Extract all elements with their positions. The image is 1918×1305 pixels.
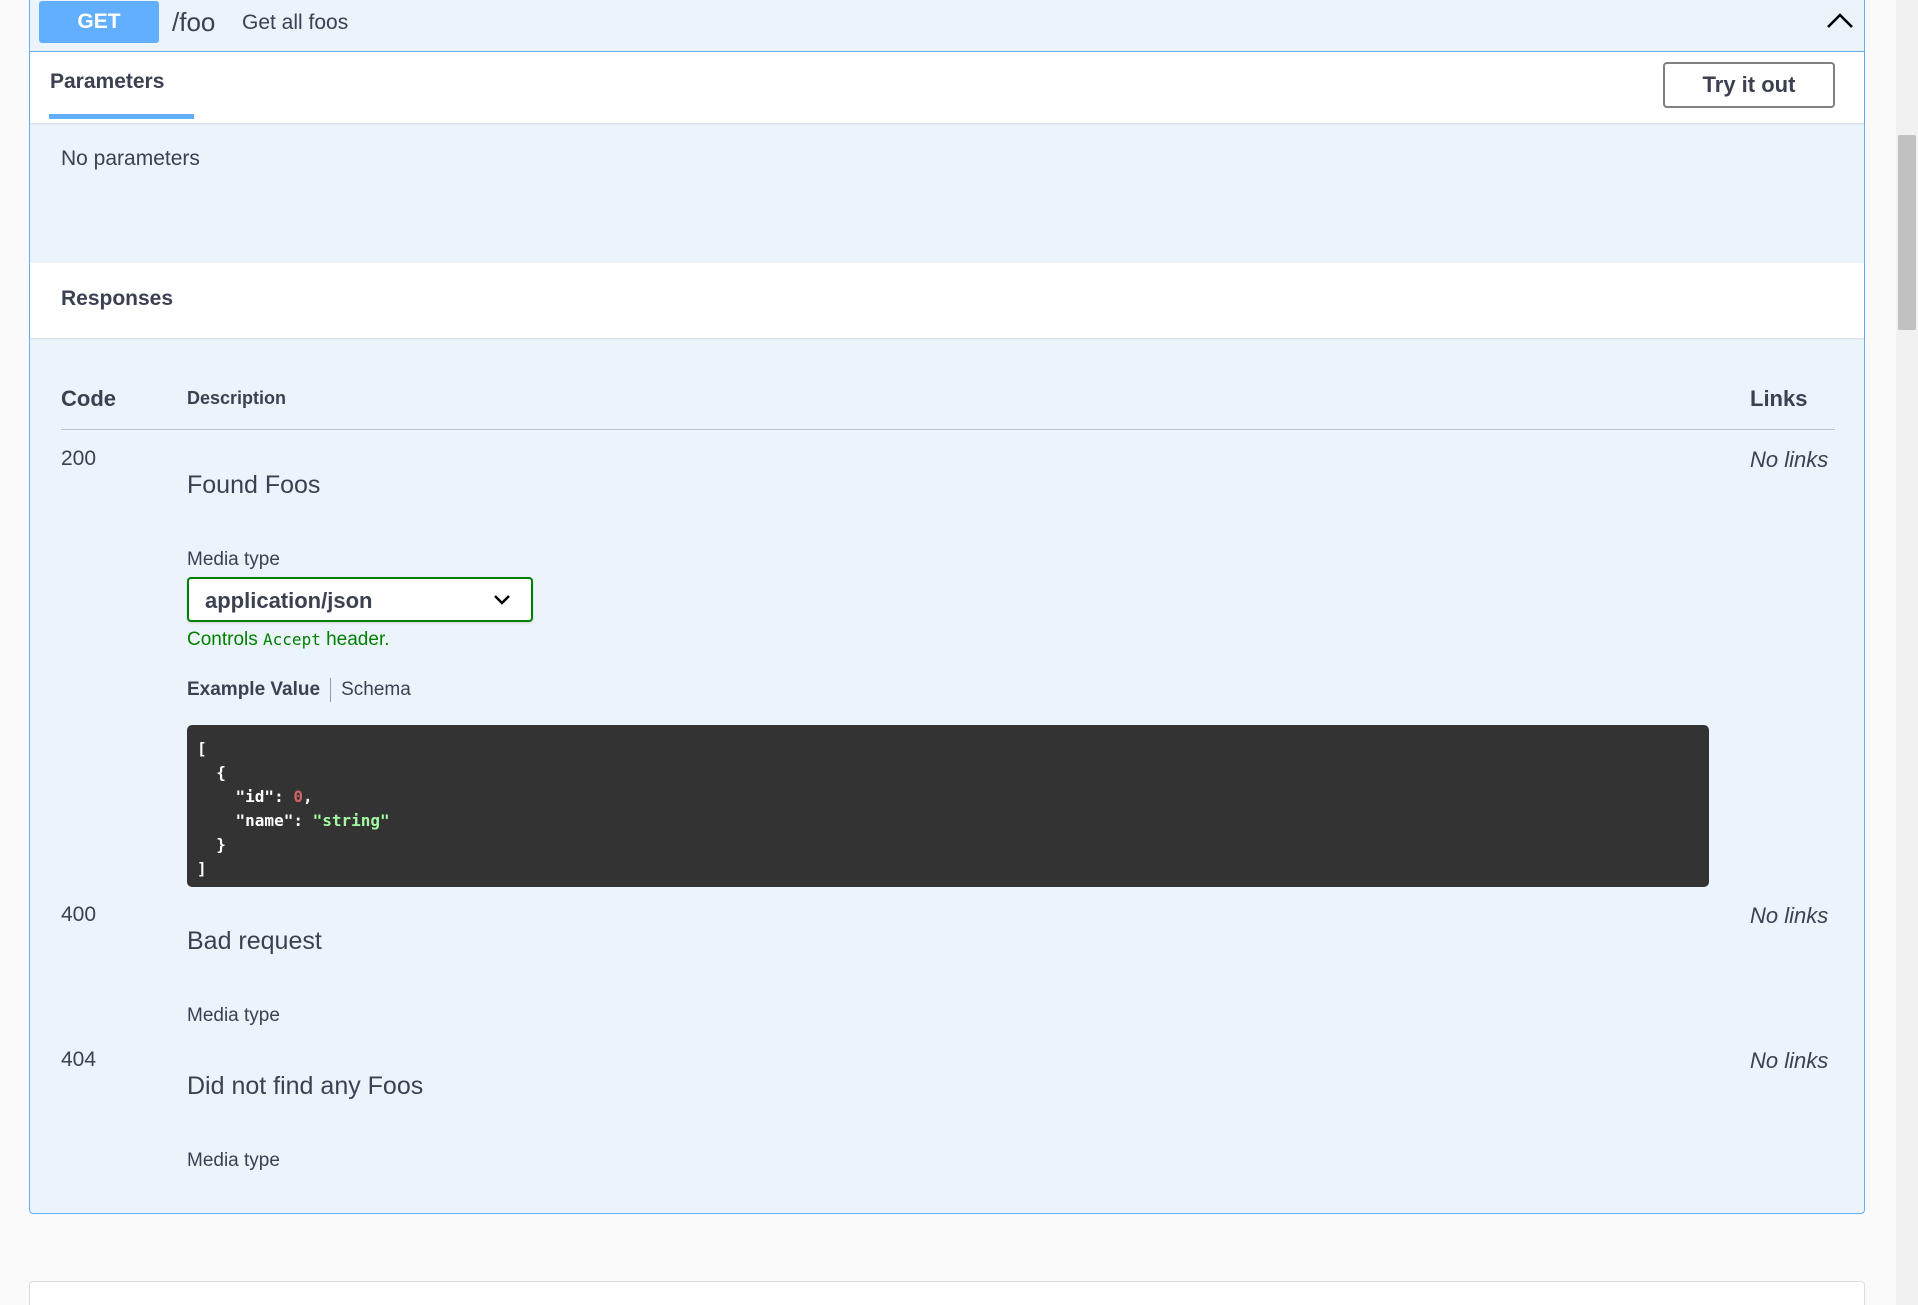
response-description: Did not find any Foos <box>187 1072 424 1100</box>
column-header-code: Code <box>61 386 116 411</box>
response-code: 200 <box>61 447 97 470</box>
controls-accept-note: Controls Accept header. <box>187 629 390 650</box>
tab-example-value[interactable]: Example Value <box>187 679 320 701</box>
chevron-up-icon[interactable] <box>1824 5 1856 37</box>
no-parameters-text: No parameters <box>61 147 200 170</box>
scrollbar-thumb[interactable] <box>1898 135 1916 330</box>
media-type-label: Media type <box>187 549 280 570</box>
example-tabs: Example Value Schema <box>187 678 411 702</box>
response-code: 404 <box>61 1048 97 1071</box>
parameters-header: Parameters Try it out <box>30 52 1864 123</box>
response-description: Bad request <box>187 927 322 955</box>
method-badge: GET <box>39 1 159 43</box>
try-it-out-button[interactable]: Try it out <box>1663 62 1835 108</box>
media-type-select[interactable]: application/json <box>187 577 533 622</box>
media-type-label: Media type <box>187 1150 280 1171</box>
operation-summary-text: Get all foos <box>242 11 349 34</box>
column-header-links: Links <box>1750 386 1808 411</box>
accept-code: Accept <box>263 630 321 649</box>
operation-summary[interactable]: GET /foo Get all foos <box>30 0 1864 52</box>
responses-title: Responses <box>61 287 174 310</box>
response-links: No links <box>1750 1048 1829 1073</box>
tab-schema[interactable]: Schema <box>341 679 411 701</box>
chevron-down-icon <box>494 595 510 605</box>
tab-parameters[interactable]: Parameters <box>50 70 164 94</box>
response-links: No links <box>1750 903 1829 928</box>
table-divider <box>61 429 1835 430</box>
media-type-label: Media type <box>187 1005 280 1026</box>
response-links: No links <box>1750 447 1829 472</box>
next-operation-block[interactable] <box>29 1281 1865 1305</box>
operation-block-get-foo: GET /foo Get all foos Parameters Try it … <box>29 0 1865 1214</box>
operation-path: /foo <box>172 7 216 37</box>
media-type-select-value: application/json <box>205 588 373 613</box>
response-description: Found Foos <box>187 471 321 499</box>
tab-active-indicator <box>49 114 194 119</box>
example-value-code-block: [ { "id": 0, "name": "string" } ] <box>187 725 1709 887</box>
responses-header: Responses <box>30 263 1864 338</box>
response-code: 400 <box>61 903 97 926</box>
tab-separator <box>330 678 332 702</box>
scrollbar-track[interactable] <box>1896 0 1918 1305</box>
column-header-description: Description <box>187 388 287 408</box>
